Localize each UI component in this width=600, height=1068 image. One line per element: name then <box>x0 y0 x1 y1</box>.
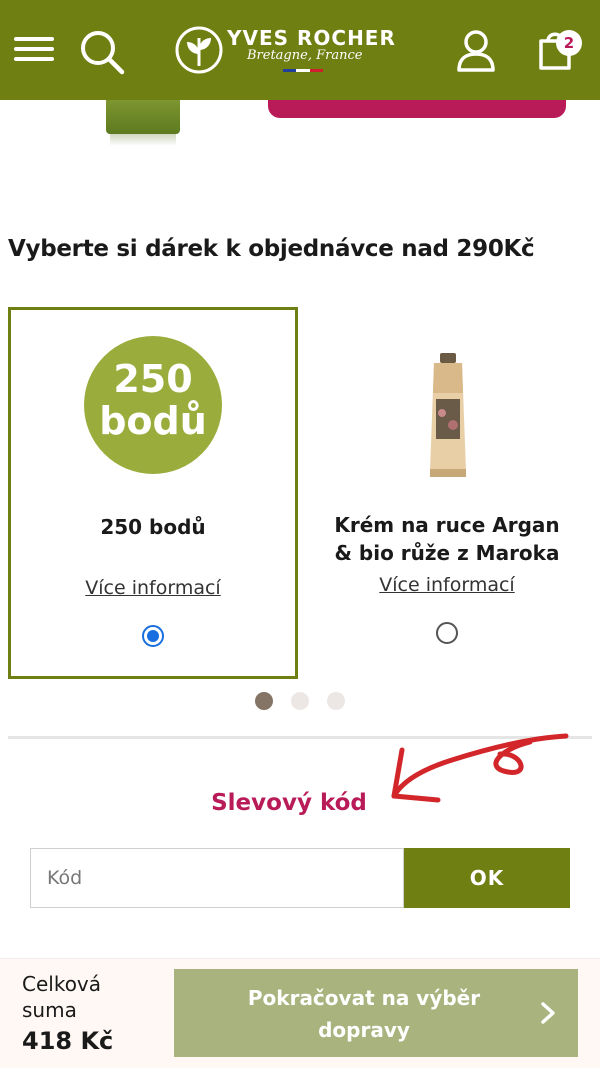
checkout-footer: Celková suma 418 Kč Pokračovat na výběr … <box>0 958 600 1068</box>
continue-to-shipping-button[interactable]: Pokračovat na výběr dopravy <box>174 969 578 1057</box>
points-badge-image: 250 bodů <box>84 336 222 474</box>
leaf-emblem-icon <box>175 26 223 74</box>
points-badge-unit: bodů <box>99 399 207 443</box>
french-flag-stripe <box>283 69 323 72</box>
gift-option-name: 250 bodů <box>100 515 206 539</box>
previous-product-button[interactable] <box>268 100 566 118</box>
points-badge-number: 250 <box>113 357 193 401</box>
brand-name: YVES ROCHER <box>227 26 396 50</box>
apply-code-button[interactable]: OK <box>404 848 570 908</box>
gift-option-name-line2: & bio růže z Maroka <box>334 541 560 565</box>
more-info-link[interactable]: Více informací <box>11 577 295 599</box>
discount-code-title: Slevový kód <box>211 790 367 816</box>
previous-product-reflection <box>110 134 176 146</box>
hand-cream-tube-image <box>430 353 466 477</box>
brand-subtitle: Bretagne, France <box>247 48 363 63</box>
gift-option-name: Krém na ruce Argan & bio růže z Maroka <box>302 511 592 567</box>
cart-count-badge: 2 <box>556 30 582 56</box>
brand-logo[interactable]: YVES ROCHER Bretagne, France <box>175 26 395 76</box>
user-icon[interactable] <box>456 30 496 72</box>
gift-radio-unselected[interactable] <box>436 622 458 644</box>
gift-option-hand-cream[interactable]: Krém na ruce Argan & bio růže z Maroka V… <box>302 307 592 679</box>
total-label: Celková suma <box>22 972 102 1022</box>
continue-button-label: Pokračovat na výběr dopravy <box>247 986 481 1042</box>
discount-code-input[interactable] <box>30 848 404 908</box>
hamburger-menu-icon[interactable] <box>14 37 54 61</box>
gift-section-title: Vyberte si dárek k objednávce nad 290Kč <box>8 236 535 262</box>
carousel-dot-3[interactable] <box>327 692 345 710</box>
carousel-pagination <box>255 692 347 710</box>
gift-option-points[interactable]: 250 bodů 250 bodů Více informací <box>8 307 298 679</box>
carousel-dot-2[interactable] <box>291 692 309 710</box>
more-info-link[interactable]: Více informací <box>302 574 592 596</box>
site-header: YVES ROCHER Bretagne, France 2 <box>0 0 600 100</box>
gift-option-name-line1: Krém na ruce Argan <box>334 513 560 537</box>
search-icon[interactable] <box>78 28 126 76</box>
carousel-dot-1[interactable] <box>255 692 273 710</box>
gift-radio-selected[interactable] <box>142 625 164 647</box>
total-value: 418 Kč <box>22 1027 114 1055</box>
previous-product-image <box>106 100 180 134</box>
chevron-right-icon <box>541 1002 555 1024</box>
